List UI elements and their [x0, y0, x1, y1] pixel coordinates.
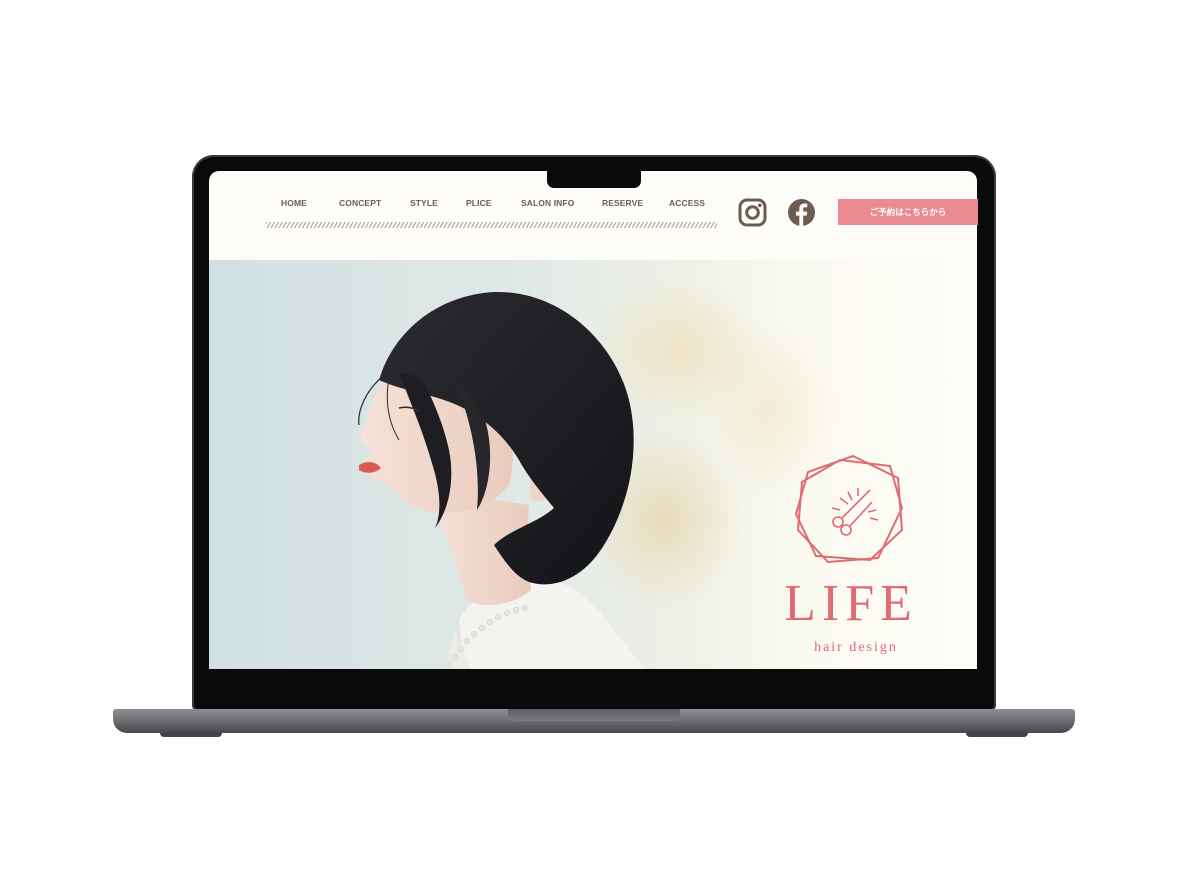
laptop-mockup: HOME CONCEPT STYLE PLICE SALON INFO RESE…	[0, 0, 1189, 891]
laptop-foot-right	[966, 732, 1028, 737]
logo-title: LIFE	[784, 575, 918, 632]
nav-item-reserve[interactable]: RESERVE	[602, 198, 643, 208]
camera-notch	[547, 169, 641, 188]
nav-item-concept[interactable]: CONCEPT	[339, 198, 381, 208]
instagram-icon[interactable]	[738, 198, 767, 227]
scissors-icon	[831, 488, 879, 536]
reserve-cta-button[interactable]: ご予約はこちらから	[838, 199, 978, 225]
nav-item-style[interactable]: STYLE	[410, 198, 438, 208]
laptop-opening-notch	[508, 709, 680, 721]
nav-item-home[interactable]: HOME	[281, 198, 307, 208]
nav-divider	[266, 222, 717, 228]
logo-subtitle: hair design	[814, 640, 898, 655]
laptop-foot-left	[160, 732, 222, 737]
nav-item-plice[interactable]: PLICE	[466, 198, 492, 208]
facebook-icon[interactable]	[787, 198, 816, 227]
nav-item-salon-info[interactable]: SALON INFO	[521, 198, 574, 208]
nav-item-access[interactable]: ACCESS	[669, 198, 705, 208]
